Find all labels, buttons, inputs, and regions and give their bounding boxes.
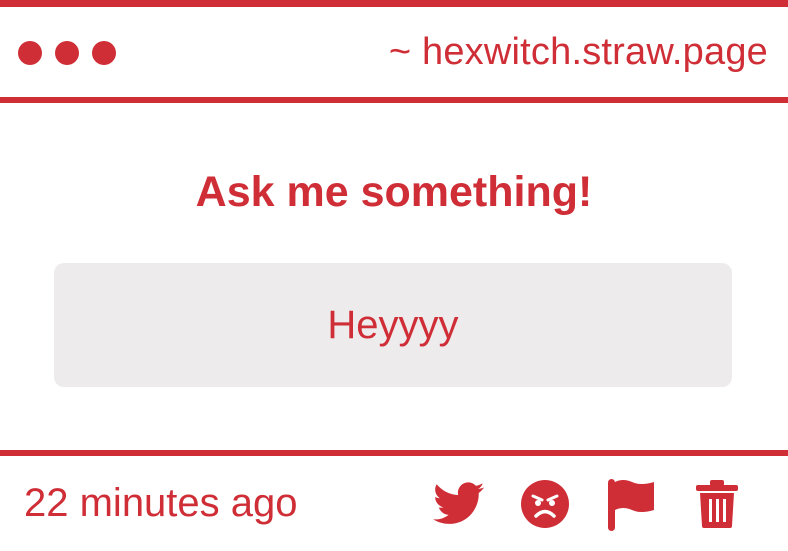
page-title: Ask me something! [195, 168, 593, 216]
window-dot [92, 40, 116, 65]
header-divider [0, 97, 788, 103]
twitter-icon[interactable] [432, 477, 486, 531]
window-dot [55, 40, 79, 65]
trash-icon[interactable] [690, 477, 744, 531]
angry-face-icon[interactable] [518, 477, 572, 531]
flag-icon[interactable] [604, 477, 658, 531]
header: ~ hexwitch.straw.page [0, 7, 788, 98]
site-url-link[interactable]: ~ hexwitch.straw.page [389, 31, 768, 74]
top-border [0, 0, 788, 7]
timestamp: 22 minutes ago [24, 481, 298, 525]
footer: 22 minutes ago [0, 456, 788, 551]
message-text: Heyyyy [327, 302, 459, 347]
question-card: ~ hexwitch.straw.page Ask me something! … [0, 0, 788, 551]
window-dot [18, 40, 42, 65]
message-box: Heyyyy [54, 263, 732, 387]
action-bar [432, 477, 744, 531]
window-dots [18, 40, 116, 65]
